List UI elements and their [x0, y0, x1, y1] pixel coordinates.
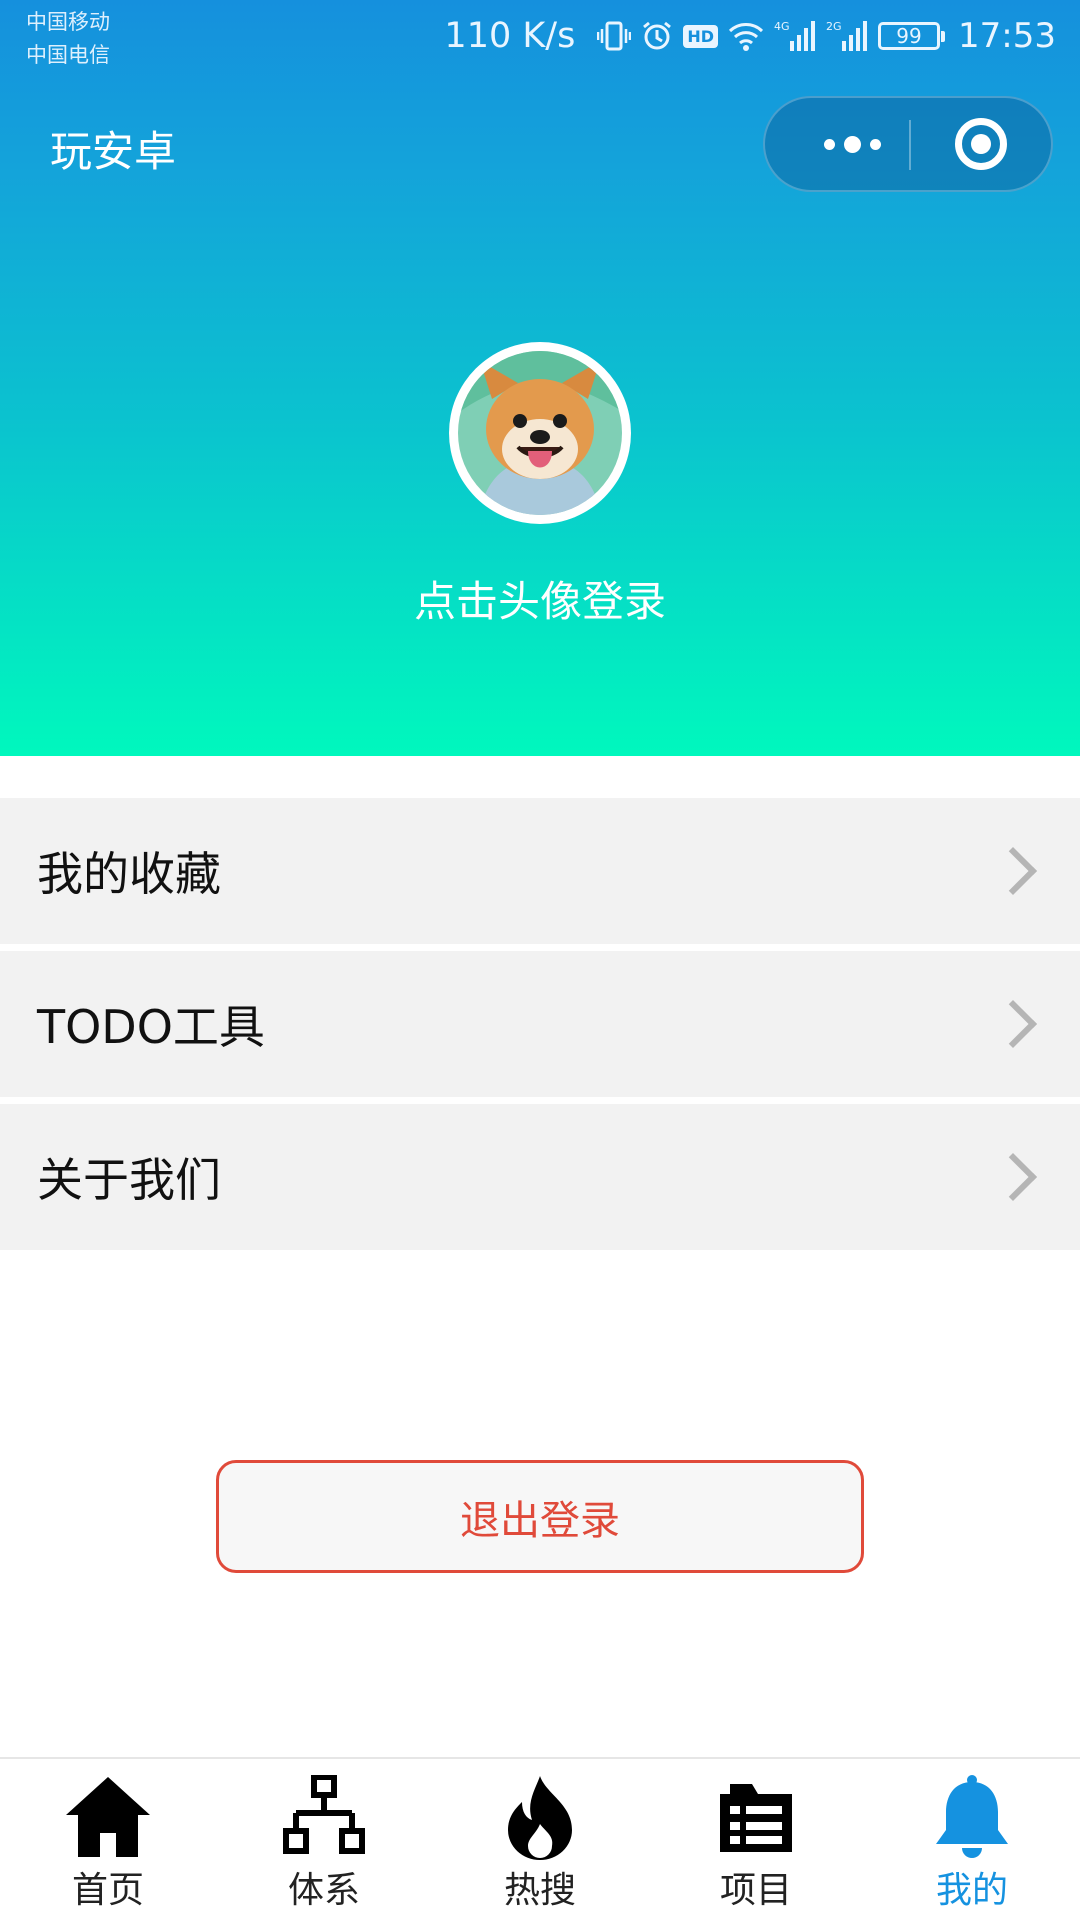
profile-menu: 我的收藏 TODO工具 关于我们 [0, 798, 1080, 1257]
menu-item-label: 我的收藏 [37, 847, 221, 901]
wifi-icon [728, 20, 764, 52]
sitemap-icon [278, 1773, 370, 1861]
fire-icon [494, 1773, 586, 1861]
home-icon [62, 1773, 154, 1861]
vibrate-icon [597, 19, 632, 53]
tab-label: 项目 [719, 1870, 792, 1911]
menu-item-about[interactable]: 关于我们 [0, 1104, 1080, 1250]
page-title: 玩安卓 [50, 127, 177, 176]
more-dot-icon [823, 138, 835, 150]
signal-2-label: 2G [826, 20, 842, 33]
login-hint[interactable]: 点击头像登录 [0, 568, 1080, 629]
chevron-right-icon [988, 1152, 1038, 1202]
hd-badge: HD [683, 24, 719, 48]
close-mini-program-button[interactable] [955, 118, 1007, 170]
avatar-button[interactable] [449, 342, 631, 524]
menu-item-label: TODO工具 [37, 1000, 265, 1054]
tab-label: 首页 [71, 1870, 144, 1911]
signal-4g-icon: 4G [774, 19, 816, 53]
logout-button[interactable]: 退出登录 [216, 1460, 864, 1573]
carrier-2-label: 中国电信 [26, 43, 110, 67]
tab-label: 体系 [287, 1870, 360, 1911]
chevron-right-icon [988, 999, 1038, 1049]
battery-indicator: 99 [878, 22, 946, 50]
more-dot-icon [869, 138, 881, 150]
more-menu-button[interactable] [803, 98, 901, 190]
mini-program-capsule [763, 96, 1053, 192]
tab-projects[interactable]: 项目 [648, 1759, 864, 1920]
tab-system[interactable]: 体系 [216, 1759, 432, 1920]
avatar [458, 351, 622, 515]
chevron-right-icon [988, 846, 1038, 896]
tab-mine[interactable]: 我的 [864, 1759, 1080, 1920]
more-dot-icon [843, 135, 861, 153]
status-icons: 110 K/s HD 4G 2G 99 17:53 [444, 14, 1056, 58]
shiba-dog-avatar-image [458, 351, 622, 515]
carrier-1-label: 中国移动 [26, 10, 110, 34]
menu-item-label: 关于我们 [37, 1153, 221, 1207]
signal-1-label: 4G [774, 20, 790, 33]
menu-item-favorites[interactable]: 我的收藏 [0, 798, 1080, 944]
tab-hot-search[interactable]: 热搜 [432, 1759, 648, 1920]
status-bar: 中国移动 中国电信 110 K/s HD 4G 2G 99 17:53 [0, 0, 1080, 76]
logout-label: 退出登录 [460, 1497, 620, 1544]
carrier-info: 中国移动 中国电信 [26, 6, 110, 72]
bottom-tab-bar: 首页 体系 热搜 项目 我的 [0, 1757, 1080, 1920]
tab-label: 我的 [935, 1870, 1008, 1911]
menu-item-todo[interactable]: TODO工具 [0, 951, 1080, 1097]
list-icon [710, 1773, 802, 1861]
signal-2g-icon: 2G [826, 19, 868, 53]
network-speed: 110 K/s [444, 16, 576, 56]
clock: 17:53 [958, 16, 1056, 56]
bell-icon [926, 1773, 1018, 1861]
tab-label: 热搜 [503, 1870, 576, 1911]
tab-home[interactable]: 首页 [0, 1759, 216, 1920]
capsule-divider [909, 120, 911, 170]
alarm-icon [641, 20, 673, 52]
